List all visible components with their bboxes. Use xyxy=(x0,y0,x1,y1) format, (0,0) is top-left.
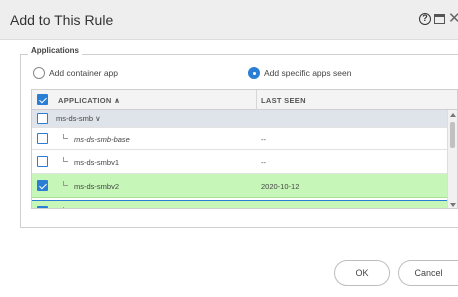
dialog-title: Add to This Rule xyxy=(10,12,114,28)
radio-unselected-icon[interactable] xyxy=(33,67,45,79)
last-seen: -- xyxy=(261,158,266,167)
radio-selected-icon[interactable] xyxy=(248,67,260,79)
row-checkbox[interactable] xyxy=(37,133,48,144)
tree-connector xyxy=(63,134,68,139)
table-row[interactable]: ms-ds-smbv1 -- xyxy=(32,150,449,174)
titlebar-controls: ? ✕ xyxy=(419,13,458,25)
radio-add-container-app[interactable]: Add container app xyxy=(33,67,118,79)
scroll-thumb[interactable] xyxy=(450,122,455,148)
maximize-icon[interactable] xyxy=(434,14,445,24)
group-checkbox[interactable] xyxy=(37,113,48,124)
table-row[interactable]: ms-ds-smb-base -- xyxy=(32,128,449,150)
help-icon[interactable]: ? xyxy=(419,13,431,25)
last-seen: -- xyxy=(261,135,266,144)
scroll-up-arrow-icon[interactable] xyxy=(450,113,456,117)
table-header: APPLICATION ∧ LAST SEEN xyxy=(32,90,457,110)
ok-button[interactable]: OK xyxy=(334,260,390,286)
scroll-down-arrow-icon[interactable] xyxy=(450,203,456,207)
select-all-checkbox[interactable] xyxy=(37,94,48,105)
tree-connector xyxy=(63,181,68,186)
column-header-application[interactable]: APPLICATION ∧ xyxy=(58,96,120,105)
app-name: ms-ds-smbv3 xyxy=(74,207,119,208)
last-seen: 2020-10-12 xyxy=(261,182,300,191)
row-checkbox[interactable] xyxy=(37,180,48,191)
applications-legend: Applications xyxy=(28,46,83,55)
last-seen: 2020-10-12 xyxy=(261,207,299,208)
add-to-rule-dialog: Add to This Rule ? ✕ Applications Add co… xyxy=(0,0,458,297)
column-header-last-seen[interactable]: LAST SEEN xyxy=(261,96,306,105)
row-checkbox[interactable] xyxy=(37,156,48,167)
tree-connector xyxy=(63,157,68,162)
row-checkbox[interactable] xyxy=(37,206,48,208)
dialog-titlebar: Add to This Rule ? ✕ xyxy=(0,0,458,40)
radio-add-specific-apps[interactable]: Add specific apps seen xyxy=(248,67,351,79)
table-scrollbar[interactable] xyxy=(447,110,457,208)
radio-label: Add container app xyxy=(49,68,118,78)
group-row[interactable]: ms-ds-smb ∨ xyxy=(32,110,449,128)
close-icon[interactable]: ✕ xyxy=(448,13,458,25)
applications-table: APPLICATION ∧ LAST SEEN ms-ds-smb ∨ ms-d… xyxy=(31,89,458,209)
app-name: ms-ds-smbv1 xyxy=(74,158,120,167)
column-divider xyxy=(256,90,257,110)
radio-label: Add specific apps seen xyxy=(264,68,352,78)
table-row[interactable]: ms-ds-smbv2 2020-10-12 xyxy=(32,174,449,198)
app-name: ms-ds-smb-base xyxy=(74,135,130,144)
app-name: ms-ds-smbv2 xyxy=(74,182,120,191)
table-row[interactable]: ms-ds-smbv3 2020-10-12 xyxy=(32,200,449,208)
cancel-button[interactable]: Cancel xyxy=(398,260,458,286)
tree-connector xyxy=(63,207,68,208)
group-name: ms-ds-smb ∨ xyxy=(56,114,101,123)
